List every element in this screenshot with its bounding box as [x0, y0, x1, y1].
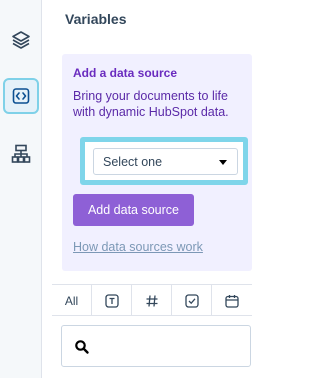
- tab-text[interactable]: [92, 285, 132, 316]
- text-icon: [104, 293, 119, 308]
- card-heading: Add a data source: [73, 66, 178, 80]
- sitemap-icon: [11, 144, 31, 163]
- tab-boolean[interactable]: [172, 285, 212, 316]
- rail-button-layers[interactable]: [3, 22, 39, 58]
- search-icon: [75, 340, 89, 354]
- left-icon-rail: [0, 0, 42, 378]
- code-brackets-icon: [12, 88, 30, 104]
- hash-icon: [146, 294, 157, 307]
- tab-all-label: All: [64, 293, 79, 308]
- variable-type-tabs: All: [52, 284, 252, 316]
- caret-down-icon: [219, 160, 227, 165]
- panel-title: Variables: [65, 11, 127, 27]
- tab-number[interactable]: [132, 285, 172, 316]
- how-data-sources-work-link[interactable]: How data sources work: [73, 240, 203, 254]
- rail-button-sitemap[interactable]: [3, 136, 39, 172]
- select-value: Select one: [103, 154, 163, 169]
- data-source-card: Add a data source Bring your documents t…: [62, 54, 252, 271]
- tab-all[interactable]: All: [52, 285, 92, 316]
- checkbox-icon: [184, 293, 199, 308]
- data-source-select[interactable]: Select one: [93, 148, 238, 175]
- layers-icon: [12, 31, 30, 49]
- rail-button-variables[interactable]: [3, 78, 39, 114]
- add-data-source-button[interactable]: Add data source: [73, 194, 194, 226]
- calendar-icon: [225, 294, 239, 308]
- variables-panel: Variables Add a data source Bring your d…: [42, 0, 252, 378]
- card-description: Bring your documents to life with dynami…: [73, 89, 229, 119]
- variables-app: Variables Add a data source Bring your d…: [0, 0, 252, 378]
- select-highlight: Select one: [80, 137, 248, 185]
- variable-search-input[interactable]: [61, 325, 251, 367]
- tab-date[interactable]: [212, 285, 252, 316]
